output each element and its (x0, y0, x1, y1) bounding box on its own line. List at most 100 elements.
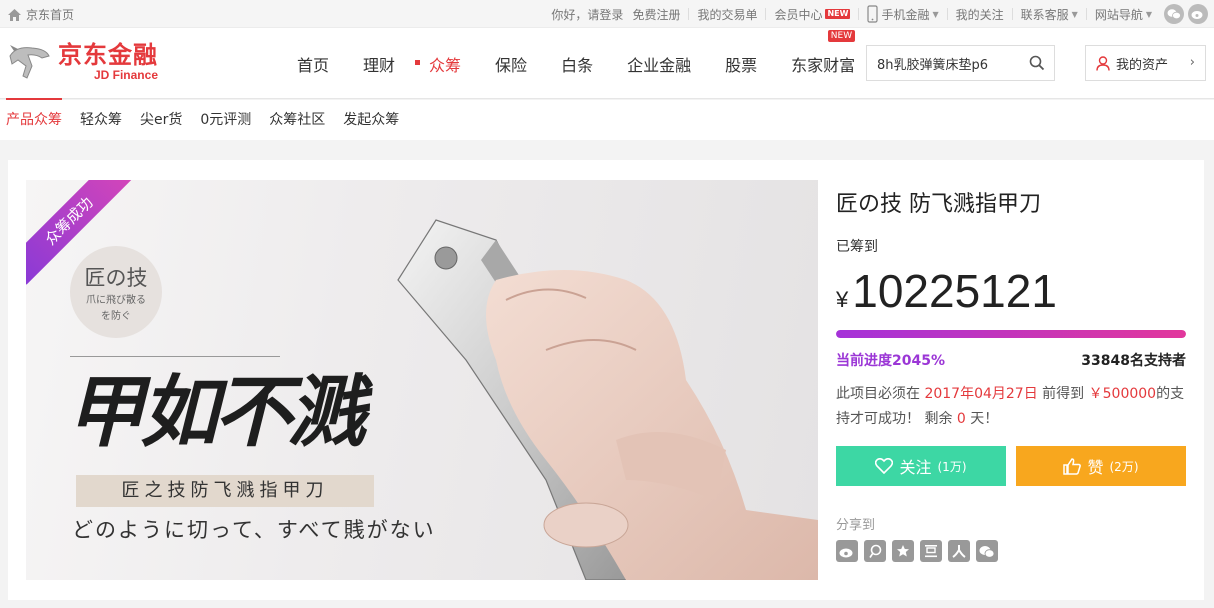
progress-percent: 当前进度2045% (836, 353, 945, 369)
nav-label: 东家财富 (791, 55, 856, 75)
amount-value: 10225121 (852, 265, 1057, 317)
nav-wealth[interactable]: 理财 (363, 52, 395, 76)
member-label: 会员中心 (774, 7, 823, 22)
nav-stocks[interactable]: 股票 (725, 52, 757, 76)
desc-text: 前得到 (1042, 386, 1085, 402)
qzone-icon[interactable] (892, 540, 914, 562)
follow-label: 我的关注 (955, 7, 1004, 22)
goal-amount: ￥500000 (1088, 386, 1157, 402)
raised-label: 已筹到 (836, 239, 878, 255)
project-info: 匠の技 防飞溅指甲刀 已筹到 ¥ 10225121 当前进度2045% 3384… (836, 160, 1186, 600)
days-left: 0 (956, 411, 966, 427)
nav-label: 众筹 (429, 55, 462, 75)
douban-icon[interactable] (920, 540, 942, 562)
service-menu[interactable]: 联系客服 ▼ (1013, 6, 1086, 23)
logo[interactable]: 京东金融 JD Finance (6, 42, 158, 82)
main-header: 京东金融 JD Finance 首页 理财 众筹 保险 白条 企业金融 股票 东… (0, 28, 1214, 99)
mobile-finance-menu[interactable]: 手机金融 ▼ (859, 5, 946, 23)
chevron-down-icon: ▼ (1145, 9, 1152, 19)
login-area: 你好，请登录 免费注册 (543, 6, 688, 23)
progress-fill (836, 330, 1186, 338)
top-links: 你好，请登录 免费注册 我的交易单 会员中心 NEW 手机金融 ▼ 我的关注 联… (543, 0, 1208, 28)
progress-row: 当前进度2045% 33848名支持者 (836, 350, 1186, 370)
follow-label: 关注 (899, 458, 932, 477)
nail-clipper-hand-illustration (397, 219, 818, 580)
nav-label: 白条 (561, 55, 594, 75)
desc-text: 天！ (970, 411, 999, 427)
success-ribbon: 众筹成功 (26, 180, 136, 290)
subnav-label: 尖er货 (140, 112, 183, 128)
wechat-icon[interactable] (1164, 4, 1184, 24)
logo-cn: 京东金融 (58, 40, 158, 69)
nav-home[interactable]: 首页 (297, 52, 329, 76)
nav-crowdfunding[interactable]: 众筹 (415, 52, 462, 76)
subnav-free-review[interactable]: 0元评测 (200, 100, 251, 140)
tencent-weibo-icon[interactable] (864, 540, 886, 562)
service-label: 联系客服 (1020, 7, 1069, 22)
search-box (866, 45, 1055, 81)
heart-icon (875, 458, 894, 474)
supporters-count: 33848名支持者 (1081, 353, 1186, 369)
nav-label: 企业金融 (627, 55, 692, 75)
subnav-jianer[interactable]: 尖er货 (140, 100, 182, 140)
nav-baitiao[interactable]: 白条 (561, 52, 593, 76)
subnav-label: 0元评测 (200, 112, 252, 128)
like-count: (2万) (1109, 459, 1139, 474)
thumbs-up-icon (1063, 457, 1082, 475)
action-buttons: 关注 (1万) 赞 (2万) (836, 446, 1186, 486)
register-link[interactable]: 免费注册 (632, 6, 680, 23)
chevron-down-icon: ▼ (1071, 9, 1078, 19)
nav-label: 首页 (297, 55, 330, 75)
new-badge: NEW (827, 29, 856, 42)
desc-text: 此项目必须在 (836, 386, 920, 402)
weibo-icon[interactable] (1188, 4, 1208, 24)
deadline-date: 2017年04月27日 (924, 386, 1038, 402)
user-icon (1096, 55, 1110, 71)
subnav-label: 发起众筹 (343, 112, 400, 128)
subnav-launch[interactable]: 发起众筹 (343, 100, 399, 140)
top-bar: 京东首页 你好，请登录 免费注册 我的交易单 会员中心 NEW 手机金融 ▼ 我… (0, 0, 1214, 28)
login-link[interactable]: 你好，请登录 (551, 6, 623, 23)
sub-nav: 产品众筹 轻众筹 尖er货 0元评测 众筹社区 发起众筹 (0, 98, 1214, 140)
search-icon[interactable] (1029, 55, 1045, 71)
home-icon (8, 8, 21, 21)
project-card: 众筹成功 匠の技 爪に飛び散る を防ぐ 甲如不溅 匠之技防飞溅指甲刀 どのように… (8, 160, 1204, 600)
follow-count: (1万) (937, 459, 967, 474)
subnav-label: 众筹社区 (269, 112, 326, 128)
nav-dongjia[interactable]: 东家财富 NEW (791, 29, 856, 76)
main-nav: 首页 理财 众筹 保险 白条 企业金融 股票 东家财富 NEW (280, 28, 872, 99)
phone-icon (867, 5, 879, 23)
chevron-right-icon: › (1189, 55, 1195, 70)
ribbon-text: 众筹成功 (26, 180, 133, 285)
my-assets-button[interactable]: 我的资产 › (1085, 45, 1206, 81)
site-nav-menu[interactable]: 网站导航 ▼ (1087, 6, 1160, 23)
orders-link[interactable]: 我的交易单 (689, 6, 765, 23)
my-follow-link[interactable]: 我的关注 (948, 6, 1012, 23)
home-link[interactable]: 京东首页 (8, 6, 74, 23)
subnav-product-crowdfunding[interactable]: 产品众筹 (6, 98, 62, 140)
nav-label: 股票 (725, 55, 758, 75)
subnav-label: 产品众筹 (6, 112, 62, 128)
chevron-down-icon: ▼ (932, 9, 939, 19)
nav-enterprise[interactable]: 企业金融 (627, 52, 691, 76)
nav-insurance[interactable]: 保险 (495, 52, 527, 76)
share-icons (836, 540, 998, 562)
home-label: 京东首页 (26, 8, 75, 22)
progress-bar (836, 330, 1186, 338)
orders-label: 我的交易单 (697, 7, 758, 22)
member-center-link[interactable]: 会员中心 NEW (766, 6, 858, 23)
subnav-community[interactable]: 众筹社区 (269, 100, 325, 140)
weibo-icon[interactable] (836, 540, 858, 562)
product-image[interactable]: 众筹成功 匠の技 爪に飛び散る を防ぐ 甲如不溅 匠之技防飞溅指甲刀 どのように… (26, 180, 818, 580)
like-button[interactable]: 赞 (2万) (1016, 446, 1186, 486)
nav-label: 保险 (495, 55, 528, 75)
renren-icon[interactable] (948, 540, 970, 562)
subnav-light-crowdfunding[interactable]: 轻众筹 (80, 100, 122, 140)
follow-button[interactable]: 关注 (1万) (836, 446, 1006, 486)
subnav-label: 轻众筹 (80, 112, 122, 128)
wechat-icon[interactable] (976, 540, 998, 562)
search-input[interactable] (867, 46, 1017, 80)
like-label: 赞 (1087, 458, 1104, 477)
currency-symbol: ¥ (836, 287, 849, 312)
project-title: 匠の技 防飞溅指甲刀 (836, 192, 1041, 217)
